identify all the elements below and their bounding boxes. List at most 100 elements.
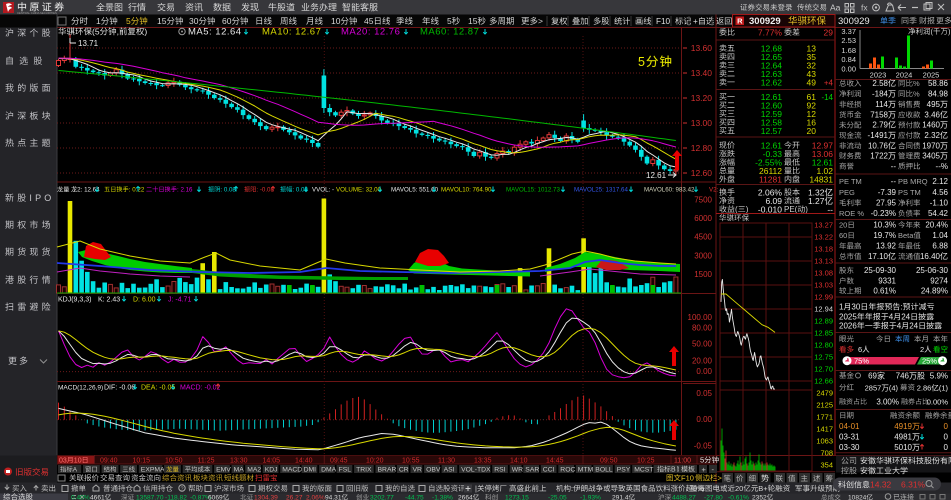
svg-text:-7.39: -7.39 [878, 188, 897, 197]
svg-text:94.31: 94.31 [325, 495, 342, 500]
svg-text:24.89%: 24.89% [921, 286, 948, 295]
svg-text:20.00: 20.00 [692, 357, 713, 366]
svg-text:12.61: 12.61 [646, 171, 667, 180]
svg-text:R: R [737, 17, 743, 26]
svg-text:15: 15 [157, 16, 167, 26]
svg-text:2.12: 2.12 [932, 177, 948, 186]
svg-text:10: 10 [331, 16, 341, 26]
svg-text:11:00: 11:00 [674, 458, 691, 465]
svg-text:?: ? [180, 487, 183, 493]
svg-text:30: 30 [189, 16, 199, 26]
svg-text:12.99: 12.99 [814, 293, 833, 302]
svg-text:--: -- [891, 162, 897, 171]
svg-text:MA10: 12.67: MA10: 12.67 [262, 27, 321, 38]
svg-text:J: -4.71: J: -4.71 [168, 297, 191, 304]
svg-text:5: 5 [700, 456, 704, 465]
svg-text:1.68: 1.68 [841, 46, 856, 55]
svg-text:EMV: EMV [216, 467, 231, 474]
svg-text:MAVOL10: 764.90: MAVOL10: 764.90 [441, 187, 492, 194]
svg-text:%: % [913, 89, 920, 98]
svg-text:12.66: 12.66 [814, 377, 833, 386]
svg-text:ASI: ASI [444, 467, 455, 474]
svg-text:2479: 2479 [816, 389, 833, 398]
svg-text:PE TM: PE TM [839, 177, 862, 186]
svg-text:50.00: 50.00 [692, 340, 713, 349]
svg-text:ROC: ROC [560, 467, 575, 474]
svg-text:708: 708 [820, 449, 833, 458]
svg-text:4661: 4661 [90, 495, 105, 500]
svg-text:6人: 6人 [858, 345, 870, 354]
svg-text:13.18: 13.18 [814, 245, 833, 254]
svg-text:24: 24 [909, 322, 918, 331]
svg-text:D: 6.00: D: 6.00 [133, 297, 156, 304]
svg-text:ROE %: ROE % [839, 209, 864, 218]
svg-text:DMI: DMI [304, 467, 317, 474]
svg-text:MTM: MTM [578, 467, 594, 474]
svg-text:9331: 9331 [878, 277, 896, 286]
svg-text:5: 5 [447, 16, 452, 26]
svg-text:4: 4 [889, 313, 894, 322]
svg-text:SAR: SAR [525, 467, 539, 474]
svg-text:0.00: 0.00 [841, 65, 856, 74]
svg-text:3202.77: 3202.77 [370, 495, 394, 500]
svg-text:--%: --% [936, 162, 948, 171]
svg-text:20: 20 [807, 126, 817, 136]
svg-text:2人: 2人 [920, 345, 932, 354]
svg-text:03: 03 [59, 458, 67, 465]
svg-text:09:45: 09:45 [330, 458, 348, 465]
svg-text:-118.82: -118.82 [165, 495, 187, 500]
svg-text:2.86亿(1): 2.86亿(1) [917, 383, 949, 393]
svg-text:300929: 300929 [838, 16, 870, 27]
svg-text:03-31: 03-31 [839, 433, 860, 442]
svg-text:): ) [805, 205, 808, 214]
svg-text:4.56: 4.56 [932, 188, 948, 197]
svg-text:K: 2.43: K: 2.43 [98, 297, 120, 304]
svg-text:1.04: 1.04 [932, 231, 948, 240]
svg-text:-0.61%: -0.61% [728, 495, 749, 500]
svg-text:16.40亿: 16.40亿 [920, 251, 948, 261]
svg-text:1500: 1500 [694, 270, 712, 279]
svg-text:114万: 114万 [875, 100, 896, 109]
svg-text:291.4: 291.4 [612, 495, 629, 500]
svg-text:VVOL: -: VVOL: - [312, 187, 334, 194]
svg-text:7158万: 7158万 [870, 110, 896, 119]
svg-text:MAVOL60: 983.42: MAVOL60: 983.42 [644, 187, 695, 194]
svg-text:--: -- [891, 177, 897, 186]
svg-text:DMA: DMA [321, 467, 337, 474]
svg-text:49: 49 [807, 78, 817, 88]
svg-text:10.3%: 10.3% [873, 221, 896, 230]
svg-text:2026: 2026 [839, 322, 857, 331]
svg-text:4488.27: 4488.27 [672, 495, 696, 500]
svg-text:5.9%: 5.9% [930, 372, 948, 381]
svg-text:2352: 2352 [752, 495, 767, 500]
svg-text:29: 29 [824, 28, 834, 38]
svg-text:7500: 7500 [694, 196, 712, 205]
svg-text:%: % [913, 79, 920, 88]
svg-text:+: + [693, 17, 698, 26]
svg-text:-25.05: -25.05 [548, 495, 567, 500]
svg-text:2.58亿: 2.58亿 [872, 78, 896, 88]
svg-text:4919万: 4919万 [894, 422, 920, 431]
svg-text:F10: F10 [681, 474, 694, 483]
svg-text:MCST: MCST [634, 467, 653, 474]
svg-text:84.98: 84.98 [928, 89, 949, 98]
svg-text:1722万: 1722万 [870, 152, 896, 161]
svg-text:DIF: -0.06: DIF: -0.06 [104, 385, 135, 392]
svg-text:10:15: 10:15 [133, 458, 151, 465]
svg-text:75%: 75% [854, 357, 869, 366]
svg-text:Aa: Aa [830, 3, 841, 13]
svg-text:B+: B+ [758, 484, 768, 493]
svg-text:13.00: 13.00 [691, 118, 713, 128]
svg-text:MA2: MA2 [247, 467, 261, 474]
svg-text:CENTRAL CHINA SECURITIES: CENTRAL CHINA SECURITIES [17, 11, 57, 15]
svg-text:PB MRQ: PB MRQ [898, 177, 928, 186]
svg-text:OBV: OBV [426, 467, 441, 474]
svg-text:MA: MA [234, 467, 245, 474]
svg-text:0.05: 0.05 [696, 389, 712, 398]
svg-text:27.95: 27.95 [876, 199, 897, 208]
svg-text:12.80: 12.80 [691, 143, 713, 153]
svg-text:-0.05: -0.05 [694, 442, 713, 451]
svg-text:MACD: MACD [282, 467, 302, 474]
svg-text:14:45: 14:45 [546, 458, 564, 465]
svg-text:KDJ(9,3,3): KDJ(9,3,3) [58, 297, 91, 304]
